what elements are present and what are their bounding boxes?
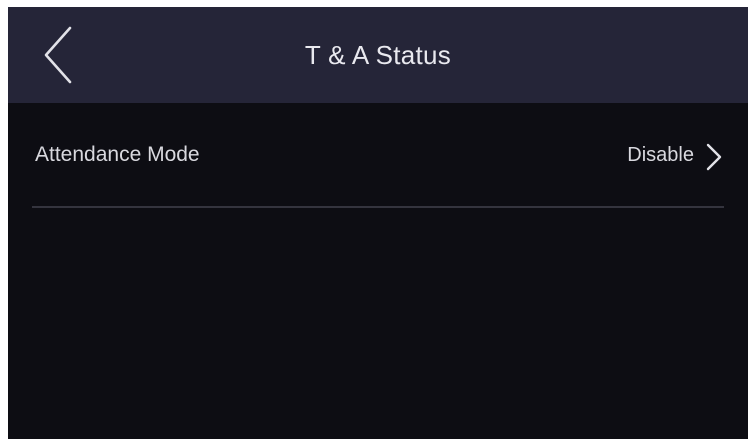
chevron-left-icon [34, 25, 82, 85]
back-button[interactable] [34, 25, 82, 85]
attendance-mode-value: Disable [627, 144, 694, 166]
attendance-mode-label: Attendance Mode [35, 143, 200, 166]
screen: T & A Status Attendance Mode Disable [8, 7, 748, 439]
chevron-right-icon [704, 142, 724, 172]
attendance-mode-row[interactable]: Attendance Mode Disable [8, 103, 748, 209]
row-divider [32, 206, 724, 208]
header-bar: T & A Status [8, 7, 748, 103]
page-title: T & A Status [304, 40, 452, 70]
